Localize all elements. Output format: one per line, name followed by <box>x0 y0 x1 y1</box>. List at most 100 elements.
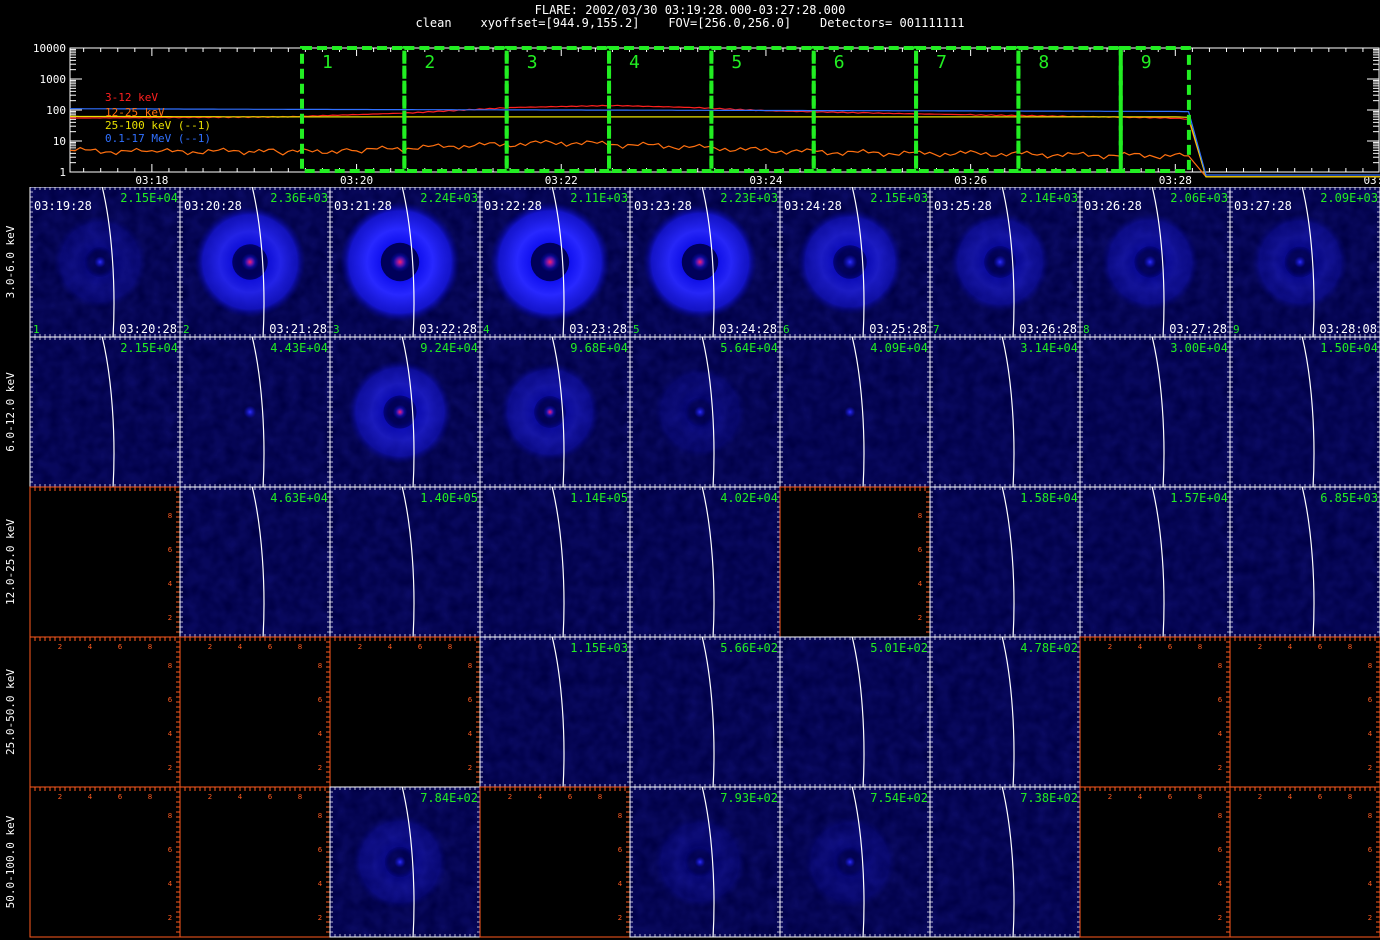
peak-count-label: 4.43E+04 <box>270 341 328 355</box>
empty-panel <box>1229 636 1380 788</box>
image-panel: 2 2 4 4 6 6 8 8 <box>479 786 631 938</box>
empty-axis-label: 6 <box>568 793 573 801</box>
source-blob <box>1294 256 1306 268</box>
peak-count-label: 2.14E+03 <box>1020 191 1078 205</box>
empty-axis-label: 2 <box>318 914 322 922</box>
empty-axis-label: 4 <box>1288 643 1293 651</box>
empty-axis-label: 4 <box>88 643 93 651</box>
interval-end-time: 03:20:28 <box>119 322 177 336</box>
interval-end-time: 03:23:28 <box>569 322 627 336</box>
peak-count-label: 2.11E+03 <box>570 191 628 205</box>
empty-axis-label: 6 <box>1168 643 1173 651</box>
interval-label: 9 <box>1141 52 1152 73</box>
interval-label: 5 <box>731 52 742 73</box>
empty-axis-label: 6 <box>168 846 173 854</box>
empty-axis-label: 8 <box>918 512 922 520</box>
series-line-0 <box>70 104 1380 178</box>
interval-end-time: 03:22:28 <box>419 322 477 336</box>
interval-start-time: 03:20:28 <box>184 199 242 213</box>
empty-axis-label: 8 <box>318 812 322 820</box>
image-panel: 2.36E+03 03:20:28 03:21:28 2 <box>179 187 331 338</box>
image-panel: 2.15E+04 03:19:28 03:20:28 1 <box>29 187 181 338</box>
image-panel: 2 4 6 8 <box>779 486 931 638</box>
series-line-2 <box>70 115 1380 178</box>
empty-axis-label: 6 <box>1218 696 1223 704</box>
image-panel: 7.84E+02 <box>329 786 481 938</box>
legend-25-100: 25-100 keV (--1) <box>105 119 211 132</box>
image-panel: 3.00E+04 <box>1079 336 1231 488</box>
empty-panel <box>29 786 181 938</box>
interval-label: 6 <box>834 52 845 73</box>
empty-axis-label: 8 <box>318 662 322 670</box>
empty-axis-label: 8 <box>148 643 152 651</box>
empty-axis-label: 2 <box>168 764 172 772</box>
empty-axis-label: 8 <box>1198 643 1202 651</box>
interval-end-time: 03:28:08 <box>1319 322 1377 336</box>
empty-axis-label: 8 <box>1218 662 1222 670</box>
image-panel: 4.78E+02 <box>929 636 1081 788</box>
empty-axis-label: 6 <box>268 793 273 801</box>
y-tick-label: 1 <box>59 166 66 179</box>
panel-noise <box>930 637 1080 787</box>
image-panel: 4.43E+04 <box>179 336 331 488</box>
interval-start-time: 03:23:28 <box>634 199 692 213</box>
empty-axis-label: 4 <box>168 880 173 888</box>
empty-axis-label: 6 <box>318 846 323 854</box>
image-panel: 3.14E+04 <box>929 336 1081 488</box>
peak-count-label: 2.23E+03 <box>720 191 778 205</box>
image-panel: 7.93E+02 <box>629 786 781 938</box>
image-panel: 2 2 4 4 6 6 8 8 <box>329 636 481 788</box>
peak-count-label: 1.14E+05 <box>570 491 628 505</box>
empty-panel <box>329 636 481 788</box>
empty-axis-label: 2 <box>1368 764 1372 772</box>
interval-number: 1 <box>33 323 40 336</box>
empty-axis-label: 2 <box>1218 764 1222 772</box>
peak-count-label: 2.15E+04 <box>120 191 178 205</box>
interval-start-time: 03:25:28 <box>934 199 992 213</box>
panel-noise <box>1230 487 1380 637</box>
interval-start-time: 03:27:28 <box>1234 199 1292 213</box>
interval-number: 4 <box>483 323 490 336</box>
peak-count-label: 9.68E+04 <box>570 341 628 355</box>
interval-end-time: 03:21:28 <box>269 322 327 336</box>
empty-axis-label: 4 <box>1218 730 1223 738</box>
image-grid: 2.15E+04 03:19:28 03:20:28 1 2.36E+03 03:20:2… <box>4 187 1380 938</box>
image-panel: 2.24E+03 03:21:28 03:22:28 3 <box>329 187 481 338</box>
interval-end-time: 03:25:28 <box>869 322 927 336</box>
y-tick-label: 10 <box>53 135 66 148</box>
empty-axis-label: 8 <box>148 793 152 801</box>
interval-start-time: 03:21:28 <box>334 199 392 213</box>
empty-panel <box>779 486 931 638</box>
lightcurve-axes: 1 10 100 1000 10000 03:18 03:20 03:22 03:24 03:26… <box>33 42 1380 185</box>
x-tick-label: 03:26 <box>954 174 987 185</box>
source-blob <box>394 856 406 868</box>
empty-axis-label: 6 <box>168 546 173 554</box>
empty-axis-label: 6 <box>618 846 623 854</box>
peak-count-label: 1.15E+03 <box>570 641 628 655</box>
panel-noise <box>330 487 480 637</box>
peak-count-label: 4.63E+04 <box>270 491 328 505</box>
peak-count-label: 5.01E+02 <box>870 641 928 655</box>
panel-noise <box>930 337 1080 487</box>
image-panel: 9.24E+04 <box>329 336 481 488</box>
empty-axis-label: 6 <box>468 696 473 704</box>
empty-axis-label: 6 <box>268 643 273 651</box>
source-blob <box>842 254 858 270</box>
image-panel: 4.63E+04 <box>179 486 331 638</box>
source-blob <box>694 406 706 418</box>
interval-number: 2 <box>183 323 190 336</box>
interval-box-6 <box>811 46 919 173</box>
peak-count-label: 7.54E+02 <box>870 791 928 805</box>
image-panel: 2 2 4 4 6 6 8 8 <box>179 636 331 788</box>
image-panel: 2 2 4 4 6 6 8 8 <box>179 786 331 938</box>
empty-axis-label: 4 <box>538 793 543 801</box>
empty-axis-label: 8 <box>618 812 622 820</box>
empty-axis-label: 4 <box>1368 730 1373 738</box>
empty-axis-label: 2 <box>58 643 62 651</box>
interval-number: 8 <box>1083 323 1090 336</box>
empty-axis-label: 2 <box>1258 643 1262 651</box>
source-core <box>395 407 405 417</box>
empty-panel <box>479 786 631 938</box>
empty-axis-label: 2 <box>508 793 512 801</box>
interval-number: 9 <box>1233 323 1240 336</box>
